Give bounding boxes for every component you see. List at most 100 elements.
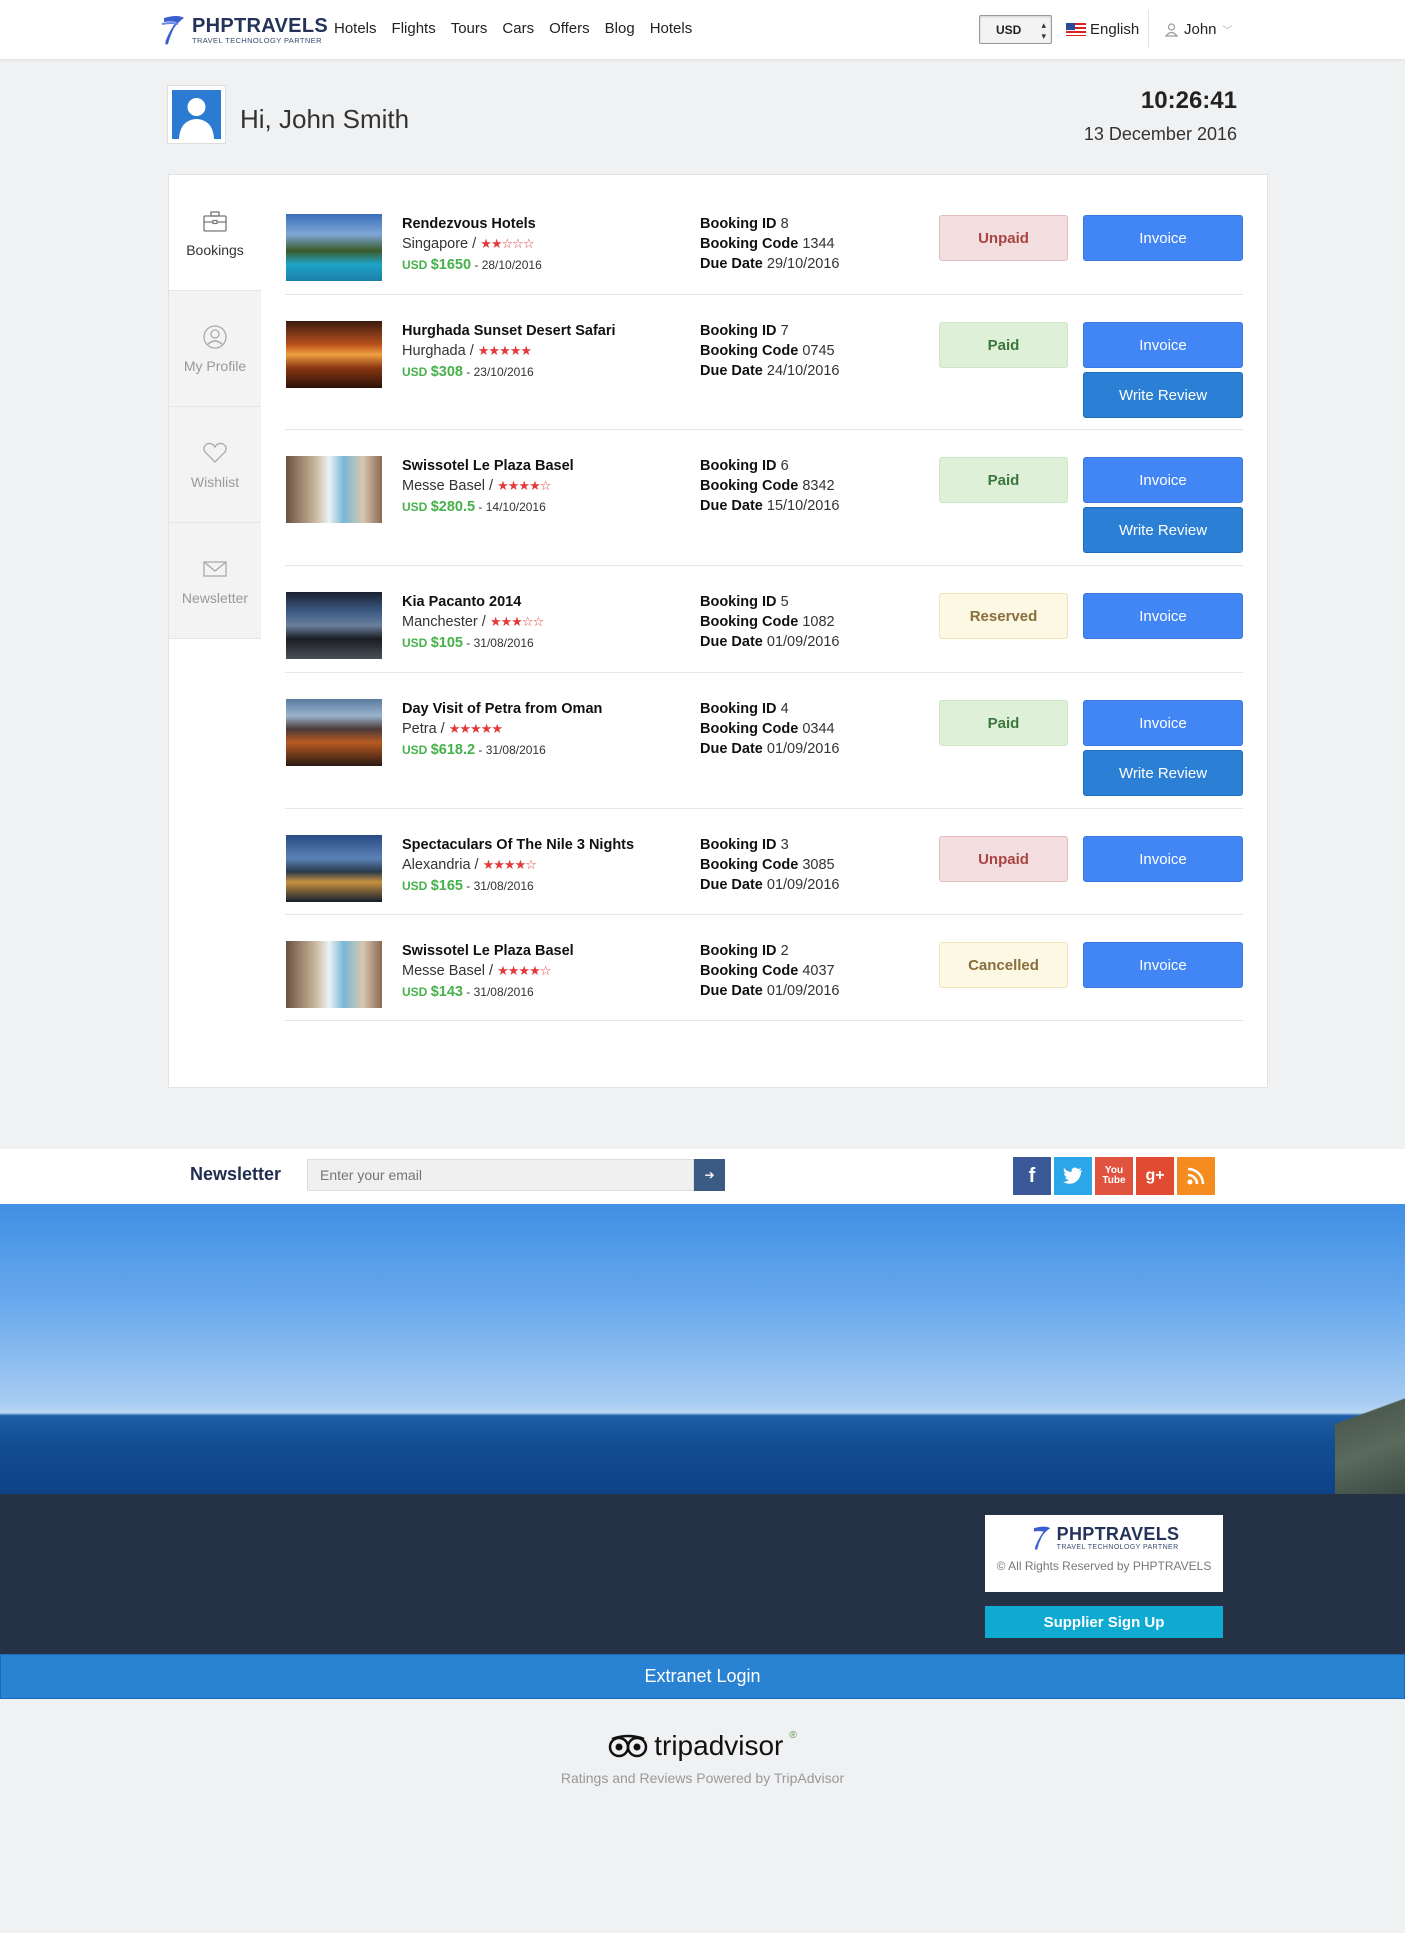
language-selector[interactable]: English <box>1066 21 1139 38</box>
facebook-icon[interactable]: f <box>1013 1157 1051 1195</box>
currency-label: USD <box>402 500 428 514</box>
extranet-login-button[interactable]: Extranet Login <box>0 1654 1405 1699</box>
google-plus-icon[interactable]: g+ <box>1136 1157 1174 1195</box>
nav-hotels-2[interactable]: Hotels <box>650 20 693 37</box>
social-links: f You Tube g+ <box>1013 1157 1215 1195</box>
booking-title[interactable]: Swissotel Le Plaza Basel <box>402 458 574 474</box>
booking-title[interactable]: Rendezvous Hotels <box>402 216 536 232</box>
status-badge: Paid <box>939 322 1068 368</box>
tab-my-profile[interactable]: My Profile <box>169 291 261 407</box>
currency-value: USD <box>996 23 1022 37</box>
tripadvisor-section: tripadvisor ® Ratings and Reviews Powere… <box>0 1730 1405 1786</box>
location-text: Alexandria / <box>402 857 479 873</box>
supplier-signup-button[interactable]: Supplier Sign Up <box>985 1606 1223 1638</box>
booking-id: 7 <box>780 323 789 339</box>
booking-thumbnail[interactable] <box>286 321 382 388</box>
booking-date: 31/08/2016 <box>473 636 534 650</box>
due-date-label: Due Date <box>700 741 763 757</box>
due-date-label: Due Date <box>700 256 763 272</box>
booking-thumbnail[interactable] <box>286 699 382 766</box>
booking-details: Booking ID 8 Booking Code 1344 Due Date … <box>700 214 839 274</box>
invoice-button[interactable]: Invoice <box>1083 457 1243 503</box>
footer-logo[interactable]: PHPTRAVELS TRAVEL TECHNOLOGY PARTNER <box>985 1523 1223 1553</box>
newsletter-email-input[interactable] <box>307 1159 694 1191</box>
footer-brand-box: PHPTRAVELS TRAVEL TECHNOLOGY PARTNER © A… <box>985 1515 1223 1592</box>
booking-row: Spectaculars Of The Nile 3 Nights Alexan… <box>285 809 1243 915</box>
booking-thumbnail[interactable] <box>286 592 382 659</box>
invoice-button[interactable]: Invoice <box>1083 836 1243 882</box>
chevron-down-icon: ﹀ <box>1222 26 1233 37</box>
booking-details: Booking ID 4 Booking Code 0344 Due Date … <box>700 699 839 759</box>
write-review-button[interactable]: Write Review <box>1083 750 1243 796</box>
status-badge: Paid <box>939 457 1068 503</box>
clock-time: 10:26:41 <box>1140 87 1237 114</box>
booking-title[interactable]: Spectaculars Of The Nile 3 Nights <box>402 837 634 853</box>
currency-select[interactable]: USD ▴ ▾ <box>979 15 1052 44</box>
youtube-icon[interactable]: You Tube <box>1095 1157 1133 1195</box>
booking-code: 0344 <box>802 721 835 737</box>
tripadvisor-caption: Ratings and Reviews Powered by TripAdvis… <box>560 1770 845 1786</box>
invoice-button[interactable]: Invoice <box>1083 700 1243 746</box>
booking-thumbnail[interactable] <box>286 835 382 902</box>
nav-tours[interactable]: Tours <box>451 20 488 37</box>
invoice-button[interactable]: Invoice <box>1083 942 1243 988</box>
status-badge: Unpaid <box>939 836 1068 882</box>
owl-eyes-icon <box>608 1734 648 1758</box>
nav-hotels[interactable]: Hotels <box>334 20 377 37</box>
write-review-button[interactable]: Write Review <box>1083 372 1243 418</box>
booking-date: 31/08/2016 <box>473 985 534 999</box>
booking-thumbnail[interactable] <box>286 456 382 523</box>
booking-id-label: Booking ID <box>700 594 777 610</box>
booking-title[interactable]: Kia Pacanto 2014 <box>402 594 521 610</box>
nav-cars[interactable]: Cars <box>502 20 534 37</box>
invoice-button[interactable]: Invoice <box>1083 215 1243 261</box>
booking-price: USD $618.2 - 31/08/2016 <box>402 742 546 758</box>
booking-row: Rendezvous Hotels Singapore / ★★☆☆☆ USD … <box>285 175 1243 295</box>
due-date: 01/09/2016 <box>766 634 840 650</box>
logo-icon <box>1033 1526 1050 1550</box>
site-footer: PHPTRAVELS TRAVEL TECHNOLOGY PARTNER © A… <box>0 1494 1405 1654</box>
tab-newsletter[interactable]: Newsletter <box>169 523 261 639</box>
tab-bookings[interactable]: Bookings <box>169 175 261 291</box>
tripadvisor-logo[interactable]: tripadvisor ® <box>608 1730 797 1762</box>
twitter-icon[interactable] <box>1054 1157 1092 1195</box>
nav-blog[interactable]: Blog <box>605 20 635 37</box>
booking-thumbnail[interactable] <box>286 941 382 1008</box>
currency-label: USD <box>402 985 428 999</box>
due-date-label: Due Date <box>700 363 763 379</box>
due-date: 24/10/2016 <box>766 363 840 379</box>
booking-row: Swissotel Le Plaza Basel Messe Basel / ★… <box>285 430 1243 566</box>
price-value: $280.5 <box>430 499 476 515</box>
tab-newsletter-label: Newsletter <box>181 589 249 606</box>
user-menu[interactable]: John ﹀ <box>1165 21 1233 38</box>
nav-offers[interactable]: Offers <box>549 20 590 37</box>
booking-code-label: Booking Code <box>700 614 799 630</box>
location-text: Singapore / <box>402 236 477 252</box>
main-nav: Hotels Flights Tours Cars Offers Blog Ho… <box>334 20 692 37</box>
rss-icon[interactable] <box>1177 1157 1215 1195</box>
booking-thumbnail[interactable] <box>286 214 382 281</box>
due-date: 29/10/2016 <box>766 256 840 272</box>
booking-price: USD $280.5 - 14/10/2016 <box>402 499 546 515</box>
booking-details: Booking ID 3 Booking Code 3085 Due Date … <box>700 835 839 895</box>
invoice-button[interactable]: Invoice <box>1083 322 1243 368</box>
nav-flights[interactable]: Flights <box>392 20 436 37</box>
star-rating: ★★★★★ <box>477 343 532 358</box>
booking-title[interactable]: Swissotel Le Plaza Basel <box>402 943 574 959</box>
avatar <box>167 85 226 144</box>
write-review-button[interactable]: Write Review <box>1083 507 1243 553</box>
footer-banner-image <box>0 1204 1405 1494</box>
booking-title[interactable]: Hurghada Sunset Desert Safari <box>402 323 616 339</box>
newsletter-submit-button[interactable]: ➔ <box>694 1159 725 1191</box>
booking-id-label: Booking ID <box>700 458 777 474</box>
booking-id-label: Booking ID <box>700 943 777 959</box>
booking-id: 5 <box>780 594 789 610</box>
brand-logo[interactable]: PHPTRAVELS TRAVEL TECHNOLOGY PARTNER <box>158 12 328 48</box>
booking-title[interactable]: Day Visit of Petra from Oman <box>402 701 602 717</box>
booking-price: USD $165 - 31/08/2016 <box>402 878 534 894</box>
price-value: $308 <box>430 364 463 380</box>
invoice-button[interactable]: Invoice <box>1083 593 1243 639</box>
booking-code: 3085 <box>802 857 835 873</box>
tab-wishlist[interactable]: Wishlist <box>169 407 261 523</box>
status-badge: Unpaid <box>939 215 1068 261</box>
